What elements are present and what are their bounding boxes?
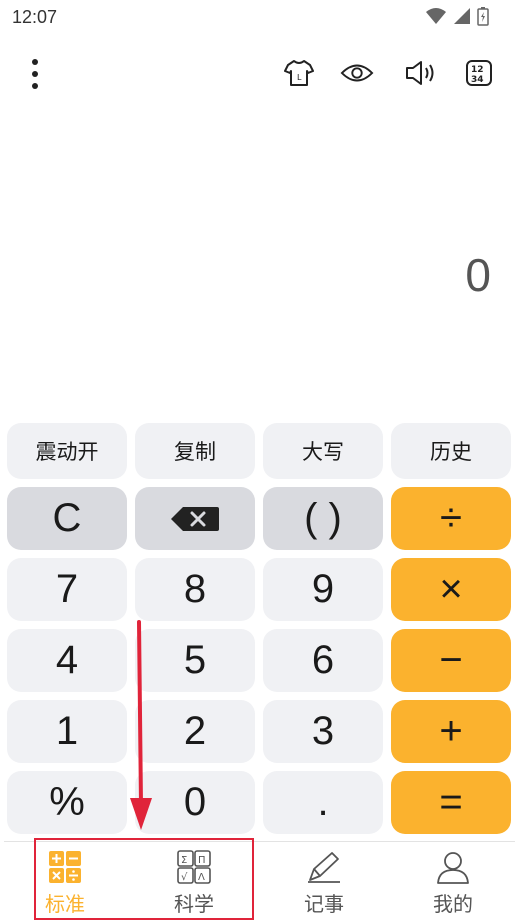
percent-button[interactable]: %: [7, 771, 127, 834]
history-button[interactable]: 历史: [391, 423, 511, 479]
svg-text:34: 34: [471, 75, 484, 85]
digit-7-button[interactable]: 7: [7, 558, 127, 621]
person-icon: [437, 852, 469, 884]
number-format-icon[interactable]: 12 34: [462, 58, 496, 88]
status-icons: [425, 6, 489, 26]
sound-icon[interactable]: [404, 58, 438, 88]
digit-9-button[interactable]: 9: [263, 558, 383, 621]
digit-6-button[interactable]: 6: [263, 629, 383, 692]
theme-shirt-icon[interactable]: L: [282, 58, 316, 88]
tab-profile[interactable]: 我的: [398, 850, 508, 920]
tab-label: 我的: [433, 892, 473, 916]
result-display: 0: [0, 240, 519, 320]
pencil-icon: [308, 852, 340, 883]
copy-button[interactable]: 复制: [135, 423, 255, 479]
digit-3-button[interactable]: 3: [263, 700, 383, 763]
decimal-button[interactable]: .: [263, 771, 383, 834]
svg-text:12: 12: [471, 65, 484, 75]
digit-4-button[interactable]: 4: [7, 629, 127, 692]
toolbar: L 12 34: [0, 52, 519, 96]
multiply-button[interactable]: ×: [391, 558, 511, 621]
more-menu-icon[interactable]: [22, 56, 48, 92]
highlight-box: [34, 838, 254, 920]
equals-button[interactable]: =: [391, 771, 511, 834]
tab-label: 记事: [304, 892, 344, 916]
annotation-arrow-icon: [130, 620, 152, 830]
signal-icon: [454, 8, 470, 24]
parentheses-button[interactable]: ( ): [263, 487, 383, 550]
divide-button[interactable]: ÷: [391, 487, 511, 550]
eye-icon[interactable]: [340, 58, 374, 88]
add-button[interactable]: +: [391, 700, 511, 763]
backspace-icon: [171, 506, 219, 531]
tab-notes[interactable]: 记事: [269, 850, 379, 920]
backspace-button[interactable]: [135, 487, 255, 550]
clear-button[interactable]: C: [7, 487, 127, 550]
status-time: 12:07: [12, 7, 58, 27]
status-bar: 12:07: [0, 0, 519, 36]
battery-charging-icon: [477, 7, 489, 26]
subtract-button[interactable]: −: [391, 629, 511, 692]
digit-8-button[interactable]: 8: [135, 558, 255, 621]
svg-text:L: L: [297, 73, 302, 82]
vibration-toggle-button[interactable]: 震动开: [7, 423, 127, 479]
wifi-icon: [426, 8, 446, 24]
uppercase-button[interactable]: 大写: [263, 423, 383, 479]
display-value: 0: [465, 249, 491, 301]
digit-1-button[interactable]: 1: [7, 700, 127, 763]
